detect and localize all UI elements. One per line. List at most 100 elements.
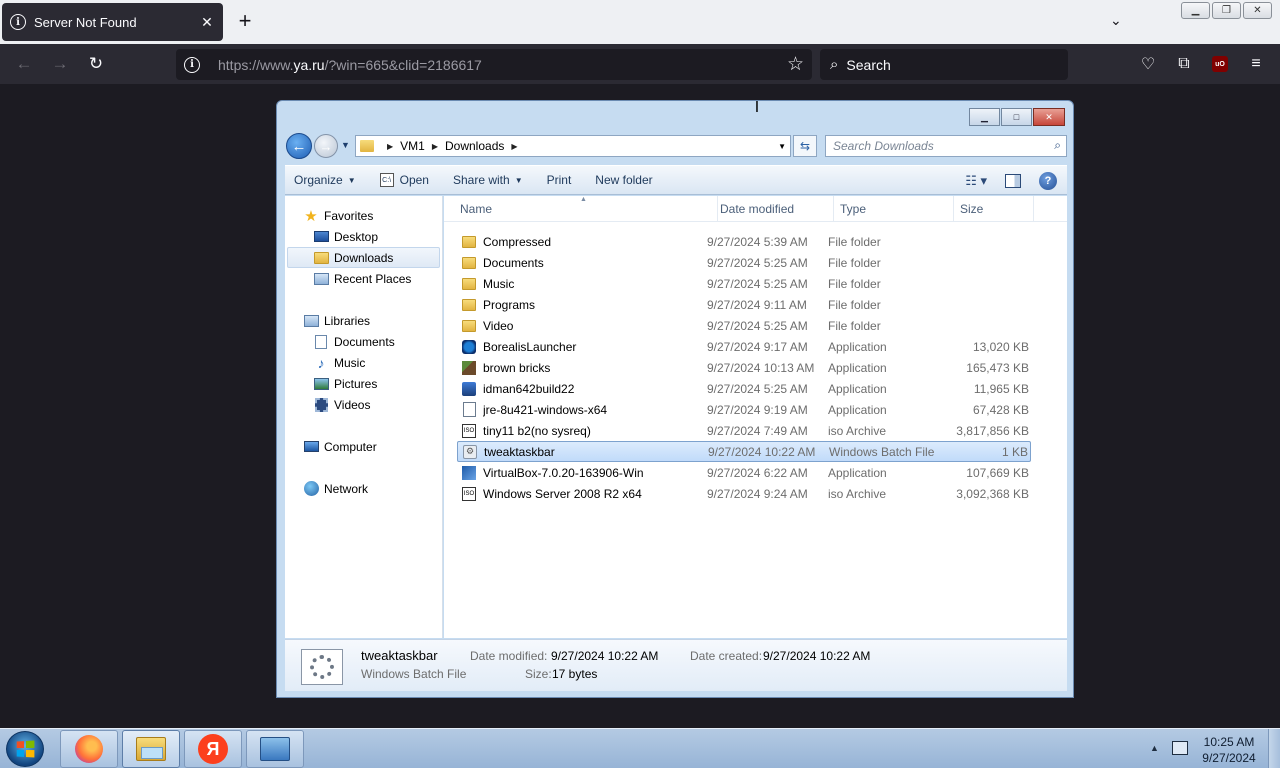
file-name: Music bbox=[483, 276, 515, 291]
batch-file-large-icon bbox=[301, 649, 343, 685]
breadcrumb-chevron-icon[interactable]: ▶ bbox=[511, 142, 517, 151]
file-row[interactable]: Documents 9/27/2024 5:25 AM File folder bbox=[457, 252, 1031, 273]
explorer-back-button[interactable]: ← bbox=[286, 133, 312, 159]
restore-button[interactable]: ❐ bbox=[1212, 2, 1241, 19]
start-button[interactable] bbox=[6, 731, 44, 767]
file-size: 107,669 KB bbox=[966, 465, 1029, 480]
ublock-origin-icon[interactable]: uO bbox=[1209, 53, 1231, 75]
file-row[interactable]: Music 9/27/2024 5:25 AM File folder bbox=[457, 273, 1031, 294]
address-history-dropdown-icon[interactable]: ▼ bbox=[778, 142, 786, 151]
details-date-created-label: Date created: bbox=[690, 649, 763, 663]
taskbar-firefox[interactable] bbox=[60, 730, 118, 768]
file-row[interactable]: jre-8u421-windows-x64 9/27/2024 9:19 AM Ap… bbox=[457, 399, 1031, 420]
breadcrumb-chevron-icon[interactable]: ▶ bbox=[432, 142, 438, 151]
url-text[interactable]: https://www.ya.ru/?win=665&clid=2186617 bbox=[218, 57, 482, 73]
file-row[interactable]: Video 9/27/2024 5:25 AM File folder bbox=[457, 315, 1031, 336]
taskbar-explorer[interactable] bbox=[122, 730, 180, 768]
tab-close-icon[interactable]: ✕ bbox=[199, 14, 215, 31]
file-size: 13,020 KB bbox=[972, 339, 1029, 354]
taskbar-clock[interactable]: 10:25 AM 9/27/2024 bbox=[1196, 734, 1262, 766]
file-size: 67,428 KB bbox=[972, 402, 1029, 417]
show-hidden-icons-icon[interactable]: ▲ bbox=[1150, 743, 1159, 753]
nav-network[interactable]: Network bbox=[303, 478, 460, 499]
column-header-size[interactable]: Size bbox=[954, 196, 1034, 222]
file-row[interactable]: ⚙ tweaktaskbar 9/27/2024 10:22 AM Windows B… bbox=[457, 441, 1031, 462]
explorer-maximize-button[interactable]: □ bbox=[1001, 108, 1032, 126]
forward-arrow-icon[interactable]: → bbox=[49, 53, 71, 75]
explorer-search-box[interactable]: ⌕ bbox=[825, 135, 1067, 157]
file-date-modified: 9/27/2024 5:39 AM bbox=[707, 234, 808, 249]
breadcrumb-vm1[interactable]: VM1 bbox=[400, 139, 425, 153]
file-size: 11,965 KB bbox=[973, 381, 1029, 396]
new-folder-button[interactable]: New folder bbox=[595, 173, 652, 187]
file-date-modified: 9/27/2024 5:25 AM bbox=[707, 318, 808, 333]
new-tab-button[interactable]: + bbox=[234, 10, 256, 32]
taskbar-remote-desktop[interactable] bbox=[246, 730, 304, 768]
back-arrow-icon[interactable]: ← bbox=[13, 53, 35, 75]
browser-search-input[interactable] bbox=[846, 56, 1047, 73]
explorer-address-bar[interactable]: ▶ VM1 ▶ Downloads ▶ ▼ bbox=[355, 135, 791, 157]
command-bar-right: ☷ ▾ ? bbox=[965, 172, 1057, 190]
explorer-forward-button[interactable]: → bbox=[314, 134, 338, 158]
show-desktop-button[interactable] bbox=[1268, 729, 1280, 768]
explorer-search-input[interactable] bbox=[833, 139, 1043, 153]
nav-computer[interactable]: Computer bbox=[303, 436, 460, 457]
breadcrumb-downloads[interactable]: Downloads bbox=[445, 139, 504, 153]
url-bar[interactable]: i https://www.ya.ru/?win=665&clid=218661… bbox=[176, 49, 812, 80]
pocket-icon[interactable]: ♡ bbox=[1137, 53, 1159, 75]
explorer-close-button[interactable]: ✕ bbox=[1033, 108, 1065, 126]
file-type: Application bbox=[828, 339, 887, 354]
breadcrumb-chevron-icon[interactable]: ▶ bbox=[387, 142, 393, 151]
file-name: Windows Server 2008 R2 x64 bbox=[483, 486, 642, 501]
site-info-icon[interactable]: i bbox=[184, 56, 200, 73]
browser-search-bar[interactable]: ⌕ bbox=[820, 49, 1068, 80]
open-icon: C:\ bbox=[379, 173, 394, 187]
file-row[interactable]: idman642build22 9/27/2024 5:25 AM Applicat… bbox=[457, 378, 1031, 399]
details-date-modified: 9/27/2024 10:22 AM bbox=[551, 649, 659, 663]
nav-favorites[interactable]: ★ Favorites bbox=[303, 205, 460, 226]
nav-downloads[interactable]: Downloads bbox=[287, 247, 440, 268]
organize-button[interactable]: Organize ▼ bbox=[294, 173, 356, 187]
file-row[interactable]: VirtualBox-7.0.20-163906-Win 9/27/2024 6:… bbox=[457, 462, 1031, 483]
file-row[interactable]: Programs 9/27/2024 9:11 AM File folder bbox=[457, 294, 1031, 315]
tab-server-not-found[interactable]: i Server Not Found ✕ bbox=[2, 3, 223, 41]
print-button[interactable]: Print bbox=[547, 173, 572, 187]
nav-libraries[interactable]: Libraries bbox=[303, 310, 460, 331]
preview-pane-icon[interactable] bbox=[1005, 174, 1021, 188]
file-row[interactable]: BorealisLauncher 9/27/2024 9:17 AM Applica… bbox=[457, 336, 1031, 357]
file-type: Windows Batch File bbox=[829, 444, 935, 459]
file-type: File folder bbox=[828, 255, 881, 270]
network-tray-icon[interactable] bbox=[1172, 741, 1188, 755]
folder-icon bbox=[461, 318, 477, 333]
change-view-icon[interactable]: ☷ ▾ bbox=[965, 173, 987, 189]
bookmark-star-icon[interactable]: ☆ bbox=[787, 53, 804, 76]
recent-pages-dropdown-icon[interactable]: ▼ bbox=[341, 140, 350, 150]
column-header-type[interactable]: Type bbox=[834, 196, 954, 222]
minimize-button[interactable]: ▁ bbox=[1181, 2, 1210, 19]
file-row[interactable]: brown bricks 9/27/2024 10:13 AM Applicatio… bbox=[457, 357, 1031, 378]
open-button[interactable]: C:\ Open bbox=[379, 173, 429, 187]
libraries-icon bbox=[303, 314, 319, 328]
nav-label: Computer bbox=[324, 439, 377, 454]
nav-label: Pictures bbox=[334, 376, 378, 391]
file-row[interactable]: ISO tiny11 b2(no sysreq) 9/27/2024 7:49 AM… bbox=[457, 420, 1031, 441]
app-menu-hamburger-icon[interactable]: ≡ bbox=[1245, 53, 1267, 75]
share-with-button[interactable]: Share with ▼ bbox=[453, 173, 523, 187]
file-type: iso Archive bbox=[828, 423, 887, 438]
explorer-minimize-button[interactable]: ▁ bbox=[969, 108, 1000, 126]
reload-icon[interactable]: ↻ bbox=[85, 53, 107, 75]
close-window-button[interactable]: ✕ bbox=[1243, 2, 1272, 19]
help-icon[interactable]: ? bbox=[1039, 172, 1057, 190]
tab-title: Server Not Found bbox=[34, 14, 137, 30]
taskbar-yandex[interactable]: Я bbox=[184, 730, 242, 768]
explorer-refresh-button[interactable]: ⇆ bbox=[793, 135, 817, 157]
column-header-date-modified[interactable]: Date modified bbox=[714, 196, 834, 222]
file-row[interactable]: ISO Windows Server 2008 R2 x64 9/27/2024 9… bbox=[457, 483, 1031, 504]
extensions-puzzle-icon[interactable]: ⧉ bbox=[1173, 53, 1195, 75]
file-type: Application bbox=[828, 381, 887, 396]
file-row[interactable]: Compressed 9/27/2024 5:39 AM File folder bbox=[457, 231, 1031, 252]
folder-icon bbox=[461, 255, 477, 270]
nav-label: Videos bbox=[334, 397, 371, 412]
list-all-tabs-chevron-icon[interactable]: ⌄ bbox=[1110, 12, 1130, 32]
computer-icon bbox=[303, 440, 319, 454]
